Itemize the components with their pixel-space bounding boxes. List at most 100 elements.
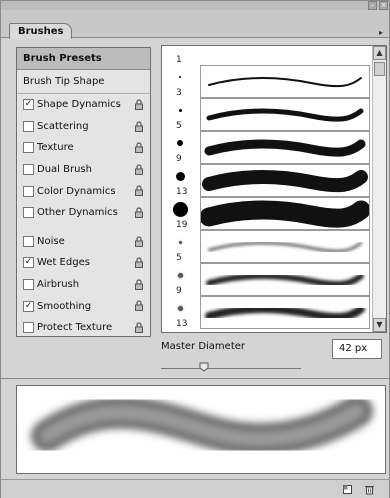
brush-tip-thumbnail: 1 — [162, 46, 198, 65]
master-diameter-input[interactable]: 42 px — [332, 339, 382, 359]
brush-stroke-sample — [200, 98, 370, 131]
brush-tip-thumbnail: 3 — [162, 65, 198, 98]
option-checkbox[interactable] — [23, 185, 34, 197]
brush-options-list: Brush Presets Brush Tip Shape ✓ Shape Dyn… — [16, 47, 151, 337]
lock-icon[interactable] — [134, 300, 144, 312]
option-label: Shape Dynamics — [37, 99, 121, 111]
brush-option-row[interactable]: ✓ Wet Edges — [17, 252, 150, 274]
option-checkbox[interactable] — [23, 142, 34, 154]
brush-tip-dot — [178, 108, 182, 112]
lock-icon[interactable] — [134, 121, 144, 132]
brush-tip-dot — [177, 272, 183, 278]
lock-icon[interactable] — [134, 279, 144, 290]
brush-preset-item[interactable]: 5 — [162, 230, 374, 263]
master-diameter-label: Master Diameter — [161, 341, 246, 352]
brush-preset-item[interactable]: 5 — [162, 98, 374, 131]
brush-presets-item[interactable]: Brush Presets — [17, 48, 150, 70]
slider-knob[interactable] — [199, 362, 209, 372]
lock-icon[interactable] — [134, 235, 144, 247]
close-icon[interactable]: × — [379, 1, 388, 10]
brush-tip-dot — [179, 76, 181, 78]
brush-list-scrollbar[interactable]: ▲ ▼ — [372, 46, 386, 332]
option-checkbox[interactable] — [23, 207, 34, 219]
lock-icon[interactable] — [134, 185, 144, 197]
brush-tip-thumbnail: 13 — [162, 164, 198, 197]
option-label: Color Dynamics — [37, 185, 116, 197]
brushes-panel: – × Brushes ▸ Brush Presets Brush Tip Sh… — [0, 0, 390, 498]
trash-icon[interactable] — [364, 484, 375, 495]
tab-row: Brushes ▸ — [1, 10, 389, 39]
option-label: Noise — [37, 235, 65, 247]
brush-preset-item[interactable]: 1 — [162, 46, 374, 65]
option-label: Airbrush — [37, 279, 80, 291]
option-checkbox[interactable] — [23, 279, 34, 291]
panel-titlebar: – × — [1, 1, 389, 10]
brush-preset-item[interactable]: 13 — [162, 164, 374, 197]
option-checkbox[interactable]: ✓ — [23, 99, 34, 111]
brush-stroke-sample — [200, 296, 370, 329]
option-checkbox[interactable] — [23, 164, 34, 176]
brush-option-row[interactable]: Noise — [17, 231, 150, 253]
brush-option-row[interactable]: Texture — [17, 137, 150, 159]
brush-option-row[interactable]: Scattering — [17, 116, 150, 138]
option-label: Wet Edges — [37, 257, 90, 269]
brush-preset-item[interactable]: 9 — [162, 263, 374, 296]
option-checkbox[interactable] — [23, 235, 34, 247]
new-brush-icon[interactable] — [342, 484, 353, 495]
brush-tip-thumbnail: 9 — [162, 263, 198, 296]
brush-tip-dot — [175, 171, 185, 181]
lock-icon[interactable] — [134, 142, 144, 154]
brush-tip-dot — [172, 201, 188, 217]
brush-tip-thumbnail: 5 — [162, 230, 198, 263]
brush-stroke-sample — [200, 65, 370, 98]
option-checkbox[interactable] — [23, 322, 34, 334]
scroll-down-icon[interactable]: ▼ — [373, 318, 386, 332]
brush-tip-shape-item[interactable]: Brush Tip Shape — [17, 70, 150, 94]
stroke-preview-graphic — [31, 395, 373, 456]
option-checkbox[interactable] — [23, 120, 34, 132]
brush-size-label: 5 — [176, 121, 182, 131]
option-label: Texture — [37, 142, 74, 154]
panel-bottom-bar — [1, 479, 389, 498]
stroke-preview — [16, 385, 386, 474]
option-checkbox[interactable]: ✓ — [23, 300, 34, 312]
option-label: Smoothing — [37, 300, 92, 312]
brush-option-row[interactable]: Airbrush — [17, 274, 150, 296]
option-label: Other Dynamics — [37, 207, 118, 219]
brush-stroke-sample — [200, 131, 370, 164]
lock-icon[interactable] — [134, 99, 144, 110]
brush-tip-dot — [178, 240, 182, 244]
option-checkbox[interactable]: ✓ — [23, 257, 34, 269]
brush-stroke-sample — [199, 197, 371, 230]
brush-option-row[interactable]: Protect Texture — [17, 317, 150, 339]
scroll-up-icon[interactable]: ▲ — [373, 46, 386, 60]
brush-option-row[interactable]: ✓ Shape Dynamics — [17, 94, 150, 116]
brush-tip-thumbnail: 13 — [162, 296, 198, 329]
lock-icon[interactable] — [134, 322, 144, 333]
lock-icon[interactable] — [134, 207, 144, 218]
brush-tip-thumbnail: 19 — [162, 197, 198, 230]
brush-size-label: 1 — [176, 55, 182, 65]
brush-tip-thumbnail: 5 — [162, 98, 198, 131]
brush-preset-item[interactable]: 3 — [162, 65, 374, 98]
brush-option-row[interactable]: Color Dynamics — [17, 180, 150, 202]
brush-option-row[interactable]: ✓ Smoothing — [17, 295, 150, 317]
brush-size-label: 3 — [176, 88, 182, 98]
brush-preset-item[interactable]: 9 — [162, 131, 374, 164]
collapse-icon[interactable]: – — [368, 1, 377, 10]
brush-preset-item[interactable]: 19 — [162, 197, 374, 230]
lock-icon[interactable] — [134, 257, 144, 269]
brush-size-label: 5 — [176, 253, 182, 263]
option-label: Scattering — [37, 120, 89, 132]
brush-preset-item[interactable]: 13 — [162, 296, 374, 329]
tab-brushes[interactable]: Brushes — [9, 23, 73, 39]
menu-arrow-icon[interactable]: ▸ — [379, 28, 387, 38]
scroll-thumb[interactable] — [374, 62, 385, 76]
brush-option-row[interactable]: Other Dynamics — [17, 202, 150, 224]
option-label: Dual Brush — [37, 164, 92, 176]
brush-stroke-sample — [200, 263, 370, 296]
brush-tip-dot — [177, 305, 183, 311]
brush-option-row[interactable]: Dual Brush — [17, 159, 150, 181]
master-diameter-slider[interactable] — [161, 368, 301, 369]
lock-icon[interactable] — [134, 164, 144, 175]
